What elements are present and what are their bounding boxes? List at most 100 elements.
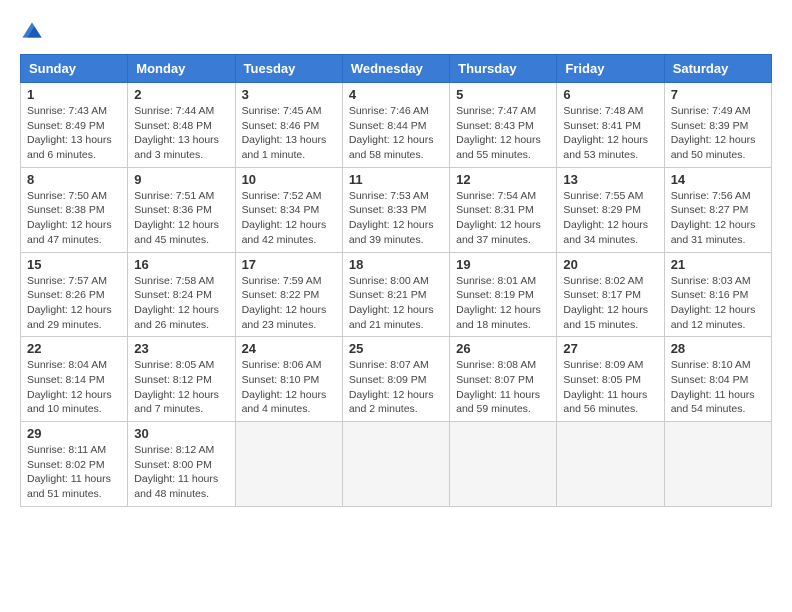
- day-number: 17: [242, 257, 336, 272]
- day-info: Sunrise: 8:00 AM Sunset: 8:21 PM Dayligh…: [349, 274, 443, 333]
- calendar-cell: 15 Sunrise: 7:57 AM Sunset: 8:26 PM Dayl…: [21, 252, 128, 337]
- day-info: Sunrise: 8:12 AM Sunset: 8:00 PM Dayligh…: [134, 443, 228, 502]
- day-number: 1: [27, 87, 121, 102]
- day-info: Sunrise: 7:45 AM Sunset: 8:46 PM Dayligh…: [242, 104, 336, 163]
- calendar-cell: 28 Sunrise: 8:10 AM Sunset: 8:04 PM Dayl…: [664, 337, 771, 422]
- calendar-week-2: 8 Sunrise: 7:50 AM Sunset: 8:38 PM Dayli…: [21, 167, 772, 252]
- calendar-cell: 3 Sunrise: 7:45 AM Sunset: 8:46 PM Dayli…: [235, 83, 342, 168]
- calendar-cell: 7 Sunrise: 7:49 AM Sunset: 8:39 PM Dayli…: [664, 83, 771, 168]
- calendar-cell: 9 Sunrise: 7:51 AM Sunset: 8:36 PM Dayli…: [128, 167, 235, 252]
- day-info: Sunrise: 7:47 AM Sunset: 8:43 PM Dayligh…: [456, 104, 550, 163]
- day-number: 27: [563, 341, 657, 356]
- calendar-cell: 14 Sunrise: 7:56 AM Sunset: 8:27 PM Dayl…: [664, 167, 771, 252]
- calendar-cell: [450, 422, 557, 507]
- page-header: [20, 20, 772, 44]
- day-number: 9: [134, 172, 228, 187]
- calendar-table: SundayMondayTuesdayWednesdayThursdayFrid…: [20, 54, 772, 507]
- day-header-monday: Monday: [128, 55, 235, 83]
- day-header-saturday: Saturday: [664, 55, 771, 83]
- day-number: 15: [27, 257, 121, 272]
- day-number: 5: [456, 87, 550, 102]
- calendar-week-3: 15 Sunrise: 7:57 AM Sunset: 8:26 PM Dayl…: [21, 252, 772, 337]
- day-info: Sunrise: 8:07 AM Sunset: 8:09 PM Dayligh…: [349, 358, 443, 417]
- calendar-cell: 8 Sunrise: 7:50 AM Sunset: 8:38 PM Dayli…: [21, 167, 128, 252]
- day-number: 10: [242, 172, 336, 187]
- day-info: Sunrise: 7:44 AM Sunset: 8:48 PM Dayligh…: [134, 104, 228, 163]
- calendar-cell: 1 Sunrise: 7:43 AM Sunset: 8:49 PM Dayli…: [21, 83, 128, 168]
- day-number: 25: [349, 341, 443, 356]
- day-info: Sunrise: 8:04 AM Sunset: 8:14 PM Dayligh…: [27, 358, 121, 417]
- day-info: Sunrise: 7:59 AM Sunset: 8:22 PM Dayligh…: [242, 274, 336, 333]
- day-header-sunday: Sunday: [21, 55, 128, 83]
- calendar-cell: 16 Sunrise: 7:58 AM Sunset: 8:24 PM Dayl…: [128, 252, 235, 337]
- day-info: Sunrise: 7:53 AM Sunset: 8:33 PM Dayligh…: [349, 189, 443, 248]
- day-number: 22: [27, 341, 121, 356]
- calendar-cell: 17 Sunrise: 7:59 AM Sunset: 8:22 PM Dayl…: [235, 252, 342, 337]
- calendar-cell: 2 Sunrise: 7:44 AM Sunset: 8:48 PM Dayli…: [128, 83, 235, 168]
- day-number: 28: [671, 341, 765, 356]
- calendar-cell: [342, 422, 449, 507]
- day-info: Sunrise: 8:09 AM Sunset: 8:05 PM Dayligh…: [563, 358, 657, 417]
- calendar-cell: 11 Sunrise: 7:53 AM Sunset: 8:33 PM Dayl…: [342, 167, 449, 252]
- day-number: 13: [563, 172, 657, 187]
- calendar-week-1: 1 Sunrise: 7:43 AM Sunset: 8:49 PM Dayli…: [21, 83, 772, 168]
- day-header-friday: Friday: [557, 55, 664, 83]
- day-info: Sunrise: 7:49 AM Sunset: 8:39 PM Dayligh…: [671, 104, 765, 163]
- day-number: 20: [563, 257, 657, 272]
- day-number: 6: [563, 87, 657, 102]
- day-info: Sunrise: 8:03 AM Sunset: 8:16 PM Dayligh…: [671, 274, 765, 333]
- calendar-cell: 30 Sunrise: 8:12 AM Sunset: 8:00 PM Dayl…: [128, 422, 235, 507]
- day-number: 8: [27, 172, 121, 187]
- day-header-tuesday: Tuesday: [235, 55, 342, 83]
- day-number: 7: [671, 87, 765, 102]
- day-number: 3: [242, 87, 336, 102]
- day-number: 2: [134, 87, 228, 102]
- day-info: Sunrise: 8:02 AM Sunset: 8:17 PM Dayligh…: [563, 274, 657, 333]
- day-number: 21: [671, 257, 765, 272]
- calendar-cell: 24 Sunrise: 8:06 AM Sunset: 8:10 PM Dayl…: [235, 337, 342, 422]
- calendar-week-5: 29 Sunrise: 8:11 AM Sunset: 8:02 PM Dayl…: [21, 422, 772, 507]
- calendar-cell: 18 Sunrise: 8:00 AM Sunset: 8:21 PM Dayl…: [342, 252, 449, 337]
- calendar-cell: 26 Sunrise: 8:08 AM Sunset: 8:07 PM Dayl…: [450, 337, 557, 422]
- day-number: 4: [349, 87, 443, 102]
- calendar-cell: 19 Sunrise: 8:01 AM Sunset: 8:19 PM Dayl…: [450, 252, 557, 337]
- day-info: Sunrise: 8:08 AM Sunset: 8:07 PM Dayligh…: [456, 358, 550, 417]
- day-info: Sunrise: 7:57 AM Sunset: 8:26 PM Dayligh…: [27, 274, 121, 333]
- day-header-thursday: Thursday: [450, 55, 557, 83]
- day-header-wednesday: Wednesday: [342, 55, 449, 83]
- day-number: 16: [134, 257, 228, 272]
- calendar-cell: 29 Sunrise: 8:11 AM Sunset: 8:02 PM Dayl…: [21, 422, 128, 507]
- logo-icon: [20, 20, 44, 44]
- day-number: 14: [671, 172, 765, 187]
- day-info: Sunrise: 7:54 AM Sunset: 8:31 PM Dayligh…: [456, 189, 550, 248]
- calendar-cell: 10 Sunrise: 7:52 AM Sunset: 8:34 PM Dayl…: [235, 167, 342, 252]
- day-info: Sunrise: 7:48 AM Sunset: 8:41 PM Dayligh…: [563, 104, 657, 163]
- day-info: Sunrise: 8:01 AM Sunset: 8:19 PM Dayligh…: [456, 274, 550, 333]
- calendar-header-row: SundayMondayTuesdayWednesdayThursdayFrid…: [21, 55, 772, 83]
- calendar-cell: 20 Sunrise: 8:02 AM Sunset: 8:17 PM Dayl…: [557, 252, 664, 337]
- day-info: Sunrise: 7:46 AM Sunset: 8:44 PM Dayligh…: [349, 104, 443, 163]
- day-info: Sunrise: 7:50 AM Sunset: 8:38 PM Dayligh…: [27, 189, 121, 248]
- day-info: Sunrise: 7:56 AM Sunset: 8:27 PM Dayligh…: [671, 189, 765, 248]
- calendar-cell: 5 Sunrise: 7:47 AM Sunset: 8:43 PM Dayli…: [450, 83, 557, 168]
- calendar-cell: 6 Sunrise: 7:48 AM Sunset: 8:41 PM Dayli…: [557, 83, 664, 168]
- calendar-cell: 12 Sunrise: 7:54 AM Sunset: 8:31 PM Dayl…: [450, 167, 557, 252]
- day-info: Sunrise: 7:55 AM Sunset: 8:29 PM Dayligh…: [563, 189, 657, 248]
- calendar-cell: 27 Sunrise: 8:09 AM Sunset: 8:05 PM Dayl…: [557, 337, 664, 422]
- day-info: Sunrise: 7:52 AM Sunset: 8:34 PM Dayligh…: [242, 189, 336, 248]
- calendar-cell: [235, 422, 342, 507]
- day-number: 18: [349, 257, 443, 272]
- calendar-cell: 13 Sunrise: 7:55 AM Sunset: 8:29 PM Dayl…: [557, 167, 664, 252]
- day-number: 24: [242, 341, 336, 356]
- day-info: Sunrise: 7:58 AM Sunset: 8:24 PM Dayligh…: [134, 274, 228, 333]
- day-info: Sunrise: 8:06 AM Sunset: 8:10 PM Dayligh…: [242, 358, 336, 417]
- logo: [20, 20, 48, 44]
- day-info: Sunrise: 7:51 AM Sunset: 8:36 PM Dayligh…: [134, 189, 228, 248]
- calendar-cell: [557, 422, 664, 507]
- day-number: 30: [134, 426, 228, 441]
- day-number: 19: [456, 257, 550, 272]
- day-info: Sunrise: 8:10 AM Sunset: 8:04 PM Dayligh…: [671, 358, 765, 417]
- day-number: 23: [134, 341, 228, 356]
- calendar-cell: 25 Sunrise: 8:07 AM Sunset: 8:09 PM Dayl…: [342, 337, 449, 422]
- calendar-cell: 22 Sunrise: 8:04 AM Sunset: 8:14 PM Dayl…: [21, 337, 128, 422]
